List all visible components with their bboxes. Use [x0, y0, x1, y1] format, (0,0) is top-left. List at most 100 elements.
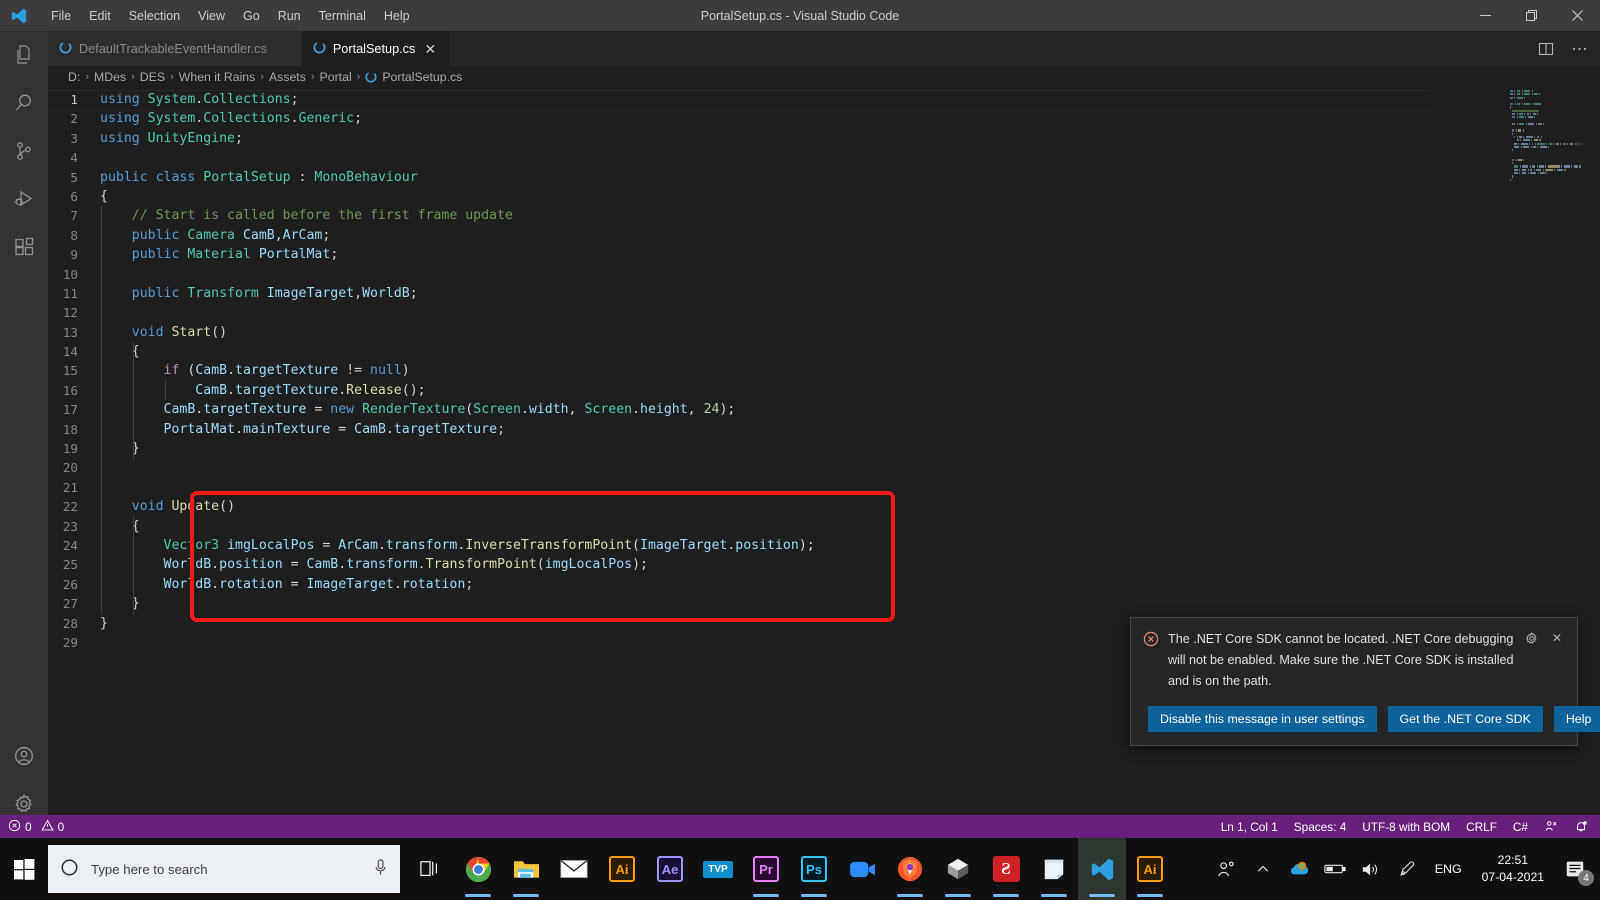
line-content[interactable]: } [100, 439, 140, 458]
help-button[interactable]: Help [1553, 706, 1600, 732]
line-content[interactable]: PortalMat.mainTexture = CamB.targetTextu… [100, 420, 505, 439]
volume-icon[interactable] [1353, 838, 1389, 900]
encoding[interactable]: UTF-8 with BOM [1354, 815, 1458, 838]
menu-go[interactable]: Go [234, 5, 269, 27]
line-content[interactable]: CamB.targetTexture.Release(); [100, 381, 425, 400]
taskbar-app-file-explorer[interactable] [502, 838, 550, 900]
microphone-icon[interactable] [373, 859, 388, 879]
line-content[interactable]: public Material PortalMat; [100, 245, 339, 264]
get-dotnet-sdk-button[interactable]: Get the .NET Core SDK [1387, 706, 1543, 732]
problems-status[interactable]: 0 0 [0, 815, 72, 838]
breadcrumb-item-1[interactable]: MDes [94, 70, 126, 84]
taskbar-app-after-effects[interactable]: Ae [646, 838, 694, 900]
system-tray: ENG 22:51 07-04-2021 4 [1209, 838, 1600, 900]
cursor-position[interactable]: Ln 1, Col 1 [1213, 815, 1286, 838]
taskbar-app-illustrator[interactable]: Ai [598, 838, 646, 900]
minimize-button[interactable] [1462, 0, 1508, 31]
language-mode[interactable]: C# [1505, 815, 1536, 838]
line-content[interactable]: Vector3 imgLocalPos = ArCam.transform.In… [100, 536, 815, 555]
line-content[interactable]: using System.Collections.Generic; [100, 109, 362, 128]
end-of-line[interactable]: CRLF [1458, 815, 1505, 838]
more-actions-icon[interactable]: ⋯ [1566, 35, 1594, 63]
breadcrumb-item-2[interactable]: DES [140, 70, 165, 84]
taskbar-app-brave[interactable] [886, 838, 934, 900]
taskbar-app-illustrator-2[interactable]: Ai [1126, 838, 1174, 900]
menu-file[interactable]: File [42, 5, 80, 27]
line-content[interactable]: public Transform ImageTarget,WorldB; [100, 284, 418, 303]
taskbar-app-zoom[interactable] [838, 838, 886, 900]
clock[interactable]: 22:51 07-04-2021 [1472, 852, 1554, 886]
line-content[interactable]: public class PortalSetup : MonoBehaviour [100, 168, 418, 187]
chevron-up-icon[interactable] [1245, 838, 1281, 900]
notifications-bell-icon[interactable] [1566, 815, 1600, 838]
menu-help[interactable]: Help [375, 5, 419, 27]
token: , [568, 402, 585, 418]
menu-edit[interactable]: Edit [80, 5, 120, 27]
line-content[interactable]: void Update() [100, 497, 235, 516]
breadcrumb-item-6[interactable]: PortalSetup.cs [382, 70, 462, 84]
language-indicator[interactable]: ENG [1425, 862, 1472, 876]
action-center-icon[interactable]: 4 [1554, 838, 1596, 900]
close-button[interactable] [1554, 0, 1600, 31]
menu-run[interactable]: Run [269, 5, 310, 27]
feedback-icon[interactable] [1536, 815, 1566, 838]
indentation[interactable]: Spaces: 4 [1286, 815, 1354, 838]
tab-portal-setup[interactable]: PortalSetup.cs ✕ [301, 31, 451, 66]
line-number: 27 [62, 596, 78, 612]
accounts-icon[interactable] [0, 732, 48, 780]
sidebar-item-run-debug[interactable] [0, 175, 48, 223]
breadcrumb-item-4[interactable]: Assets [269, 70, 306, 84]
line-content[interactable]: WorldB.position = CamB.transform.Transfo… [100, 555, 648, 574]
windows-taskbar: Type here to search Ai Ae TVP Pr Ps Ƨ Ai… [0, 838, 1600, 900]
breadcrumb-item-3[interactable]: When it Rains [179, 70, 256, 84]
line-content[interactable]: if (CamB.targetTexture != null) [100, 361, 410, 380]
maximize-button[interactable] [1508, 0, 1554, 31]
tab-default-trackable-event-handler[interactable]: DefaultTrackableEventHandler.cs ✕ [48, 31, 302, 66]
breadcrumb-item-5[interactable]: Portal [320, 70, 352, 84]
line-content[interactable]: using UnityEngine; [100, 129, 243, 148]
minimap-token [1516, 112, 1518, 116]
close-icon[interactable]: ✕ [1549, 630, 1565, 646]
sidebar-item-explorer[interactable] [0, 31, 48, 79]
sidebar-item-source-control[interactable] [0, 127, 48, 175]
taskbar-app-acrobat[interactable]: Ƨ [982, 838, 1030, 900]
line-content[interactable]: using System.Collections; [48, 90, 1423, 112]
taskbar-app-premiere[interactable]: Pr [742, 838, 790, 900]
taskbar-app-tvp[interactable]: TVP [694, 838, 742, 900]
taskbar-app-photoshop[interactable]: Ps [790, 838, 838, 900]
line-content[interactable]: } [100, 594, 140, 613]
search-input[interactable]: Type here to search [48, 845, 400, 893]
line-content[interactable]: { [100, 187, 108, 206]
onedrive-icon[interactable] [1281, 838, 1317, 900]
taskbar-app-sticky-notes[interactable] [1030, 838, 1078, 900]
disable-message-button[interactable]: Disable this message in user settings [1148, 706, 1377, 732]
menu-view[interactable]: View [189, 5, 234, 27]
taskbar-app-unity[interactable] [934, 838, 982, 900]
menu-selection[interactable]: Selection [120, 5, 189, 27]
taskbar-app-mail[interactable] [550, 838, 598, 900]
close-icon[interactable]: ✕ [422, 41, 438, 57]
sidebar-item-extensions[interactable] [0, 223, 48, 271]
task-view-icon[interactable] [406, 838, 454, 900]
line-content[interactable]: CamB.targetTexture = new RenderTexture(S… [100, 400, 736, 419]
pen-icon[interactable] [1389, 838, 1425, 900]
menu-terminal[interactable]: Terminal [310, 5, 375, 27]
line-content[interactable]: // Start is called before the first fram… [100, 206, 513, 225]
sidebar-item-search[interactable] [0, 79, 48, 127]
minimap-line [1508, 178, 1586, 181]
battery-icon[interactable] [1317, 838, 1353, 900]
taskbar-app-vscode[interactable] [1078, 838, 1126, 900]
line-content[interactable]: { [100, 517, 140, 536]
line-content[interactable]: WorldB.rotation = ImageTarget.rotation; [100, 575, 474, 594]
gear-icon[interactable] [1523, 630, 1539, 646]
breadcrumb-item-0[interactable]: D: [68, 70, 80, 84]
start-icon[interactable] [0, 838, 48, 900]
line-content[interactable]: void Start() [100, 323, 227, 342]
line-content[interactable]: public Camera CamB,ArCam; [100, 226, 331, 245]
line-content[interactable]: } [100, 614, 108, 633]
line-content[interactable]: { [100, 342, 140, 361]
split-editor-icon[interactable] [1532, 35, 1560, 63]
taskbar-app-chrome[interactable] [454, 838, 502, 900]
people-icon[interactable] [1209, 838, 1245, 900]
